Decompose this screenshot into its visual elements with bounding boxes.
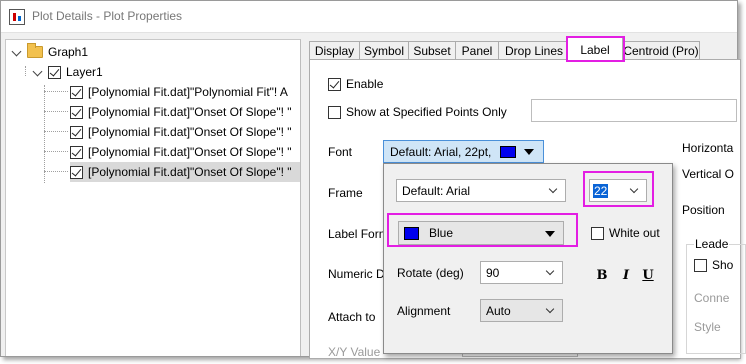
rotate-label: Rotate (deg) [397, 266, 464, 280]
blue-swatch-icon [404, 226, 419, 240]
font-dropdown-button[interactable]: Default: Arial, 22pt, [383, 140, 544, 163]
rotate-combo[interactable]: 90 [480, 261, 563, 284]
vertical-label: Vertical O [682, 167, 735, 181]
tree-connector [44, 111, 68, 112]
attach-to-label: Attach to [328, 310, 376, 324]
tree-item-label: [Polynomial Fit.dat]"Onset Of Slope"! " [88, 105, 292, 119]
tree-item-label: [Polynomial Fit.dat]"Polynomial Fit"! A [88, 85, 288, 99]
numeric-display-label: Numeric D [328, 267, 385, 281]
show-at-points-checkbox[interactable] [328, 105, 341, 119]
enable-checkbox[interactable] [328, 77, 341, 91]
tab-label: Subset [413, 44, 451, 58]
font-value-text: Default: Arial, 22pt, [390, 144, 492, 159]
tab-panel[interactable]: Panel [455, 41, 499, 60]
plot-checkbox[interactable] [70, 105, 83, 119]
white-out-label: White out [609, 226, 660, 240]
tab-drop-lines[interactable]: Drop Lines [498, 41, 570, 60]
italic-button[interactable]: I [619, 268, 633, 283]
font-color-swatch [500, 145, 517, 158]
chevron-down-icon[interactable] [12, 47, 23, 58]
title-separator [1, 32, 737, 33]
font-color-combo[interactable]: Blue [398, 221, 564, 245]
leader-label: Leade [694, 237, 730, 251]
tree-item-layer[interactable]: Layer1 [33, 62, 103, 82]
style-label: Style [694, 320, 721, 334]
leader-show-label: Sho [712, 258, 734, 272]
window-title: Plot Details - Plot Properties [32, 9, 183, 23]
font-color-value: Blue [429, 226, 454, 240]
horizontal-label: Horizonta [682, 141, 734, 155]
frame-label: Frame [328, 186, 363, 200]
tab-label: Symbol [363, 44, 404, 58]
tab-label: Drop Lines [504, 44, 564, 58]
dropdown-arrow-icon [524, 148, 535, 155]
chevron-down-icon [629, 184, 639, 194]
tree-connector [44, 91, 68, 92]
tree-item-label: [Polynomial Fit.dat]"Onset Of Slope"! " [88, 145, 292, 159]
tree-item-plot[interactable]: [Polynomial Fit.dat]"Onset Of Slope"! " [70, 122, 292, 142]
alignment-label: Alignment [397, 304, 451, 318]
font-name-value: Default: Arial [402, 183, 471, 198]
tab-subset[interactable]: Subset [408, 41, 456, 60]
tree-item-graph[interactable]: Graph1 [12, 42, 88, 62]
font-label: Font [328, 145, 353, 159]
font-size-value: 22 [593, 183, 609, 198]
alignment-combo[interactable]: Auto [480, 299, 563, 322]
font-size-combo[interactable]: 22 [589, 179, 647, 202]
plot-checkbox[interactable] [70, 125, 83, 139]
enable-label: Enable [346, 77, 384, 91]
chevron-down-icon [545, 304, 555, 314]
rotate-value: 90 [486, 265, 500, 280]
label-form-label: Label Form [328, 227, 389, 241]
tree-item-plot[interactable]: [Polynomial Fit.dat]"Onset Of Slope"! " [70, 142, 292, 162]
tree-item-label: [Polynomial Fit.dat]"Onset Of Slope"! " [88, 125, 292, 139]
tree-item-label: [Polynomial Fit.dat]"Onset Of Slope"! " [88, 165, 292, 179]
tab-label: Centroid (Pro) [623, 44, 699, 58]
tab-centroid[interactable]: Centroid (Pro) [622, 41, 700, 60]
tree-connector [44, 151, 68, 152]
enable-checkbox-row[interactable]: Enable [328, 77, 383, 91]
chevron-down-icon [545, 266, 555, 276]
plot-checkbox[interactable] [70, 85, 83, 99]
points-input[interactable] [531, 99, 737, 122]
plot-checkbox[interactable] [70, 145, 83, 159]
font-name-combo[interactable]: Default: Arial [396, 179, 566, 202]
plot-tree[interactable]: Graph1 Layer1 [Polynomial Fit.dat]"Polyn… [5, 39, 301, 356]
position-label: Position [682, 203, 725, 217]
leader-show-row[interactable]: Sho [694, 258, 733, 272]
tab-symbol[interactable]: Symbol [359, 41, 409, 60]
white-out-row[interactable]: White out [591, 226, 660, 240]
tree-item-label: Graph1 [48, 45, 89, 59]
layer-checkbox[interactable] [48, 65, 61, 79]
connect-label: Conne [694, 291, 730, 305]
chevron-down-icon[interactable] [33, 67, 44, 78]
tab-label: Display [314, 44, 355, 58]
folder-icon [27, 43, 43, 58]
app-icon [9, 9, 25, 25]
tab-display[interactable]: Display [309, 41, 360, 60]
tree-connector [44, 85, 45, 183]
dropdown-arrow-icon [545, 231, 555, 237]
tab-label[interactable]: Label [567, 37, 623, 61]
plot-checkbox[interactable] [70, 165, 83, 179]
tree-item-plot[interactable]: [Polynomial Fit.dat]"Polynomial Fit"! A [70, 82, 288, 102]
white-out-checkbox[interactable] [591, 226, 604, 240]
tree-connector [44, 131, 68, 132]
tree-item-plot[interactable]: [Polynomial Fit.dat]"Onset Of Slope"! " [70, 102, 292, 122]
xy-value-label: X/Y Value [328, 345, 381, 359]
tab-label: Panel [461, 44, 493, 58]
tab-label-text: Label [580, 42, 610, 57]
chevron-down-icon [548, 184, 558, 194]
tree-connector [44, 171, 68, 172]
alignment-value: Auto [486, 303, 511, 318]
bold-button[interactable]: B [595, 268, 609, 283]
title-bar: Plot Details - Plot Properties [1, 1, 737, 32]
underline-button[interactable]: U [641, 268, 655, 283]
leader-show-checkbox[interactable] [694, 258, 707, 272]
tree-connector [25, 66, 26, 76]
tree-item-plot-selected[interactable]: [Polynomial Fit.dat]"Onset Of Slope"! " [70, 162, 300, 182]
show-at-points-row[interactable]: Show at Specified Points Only [328, 105, 507, 119]
tree-item-label: Layer1 [66, 65, 103, 79]
show-at-points-label: Show at Specified Points Only [346, 105, 507, 119]
